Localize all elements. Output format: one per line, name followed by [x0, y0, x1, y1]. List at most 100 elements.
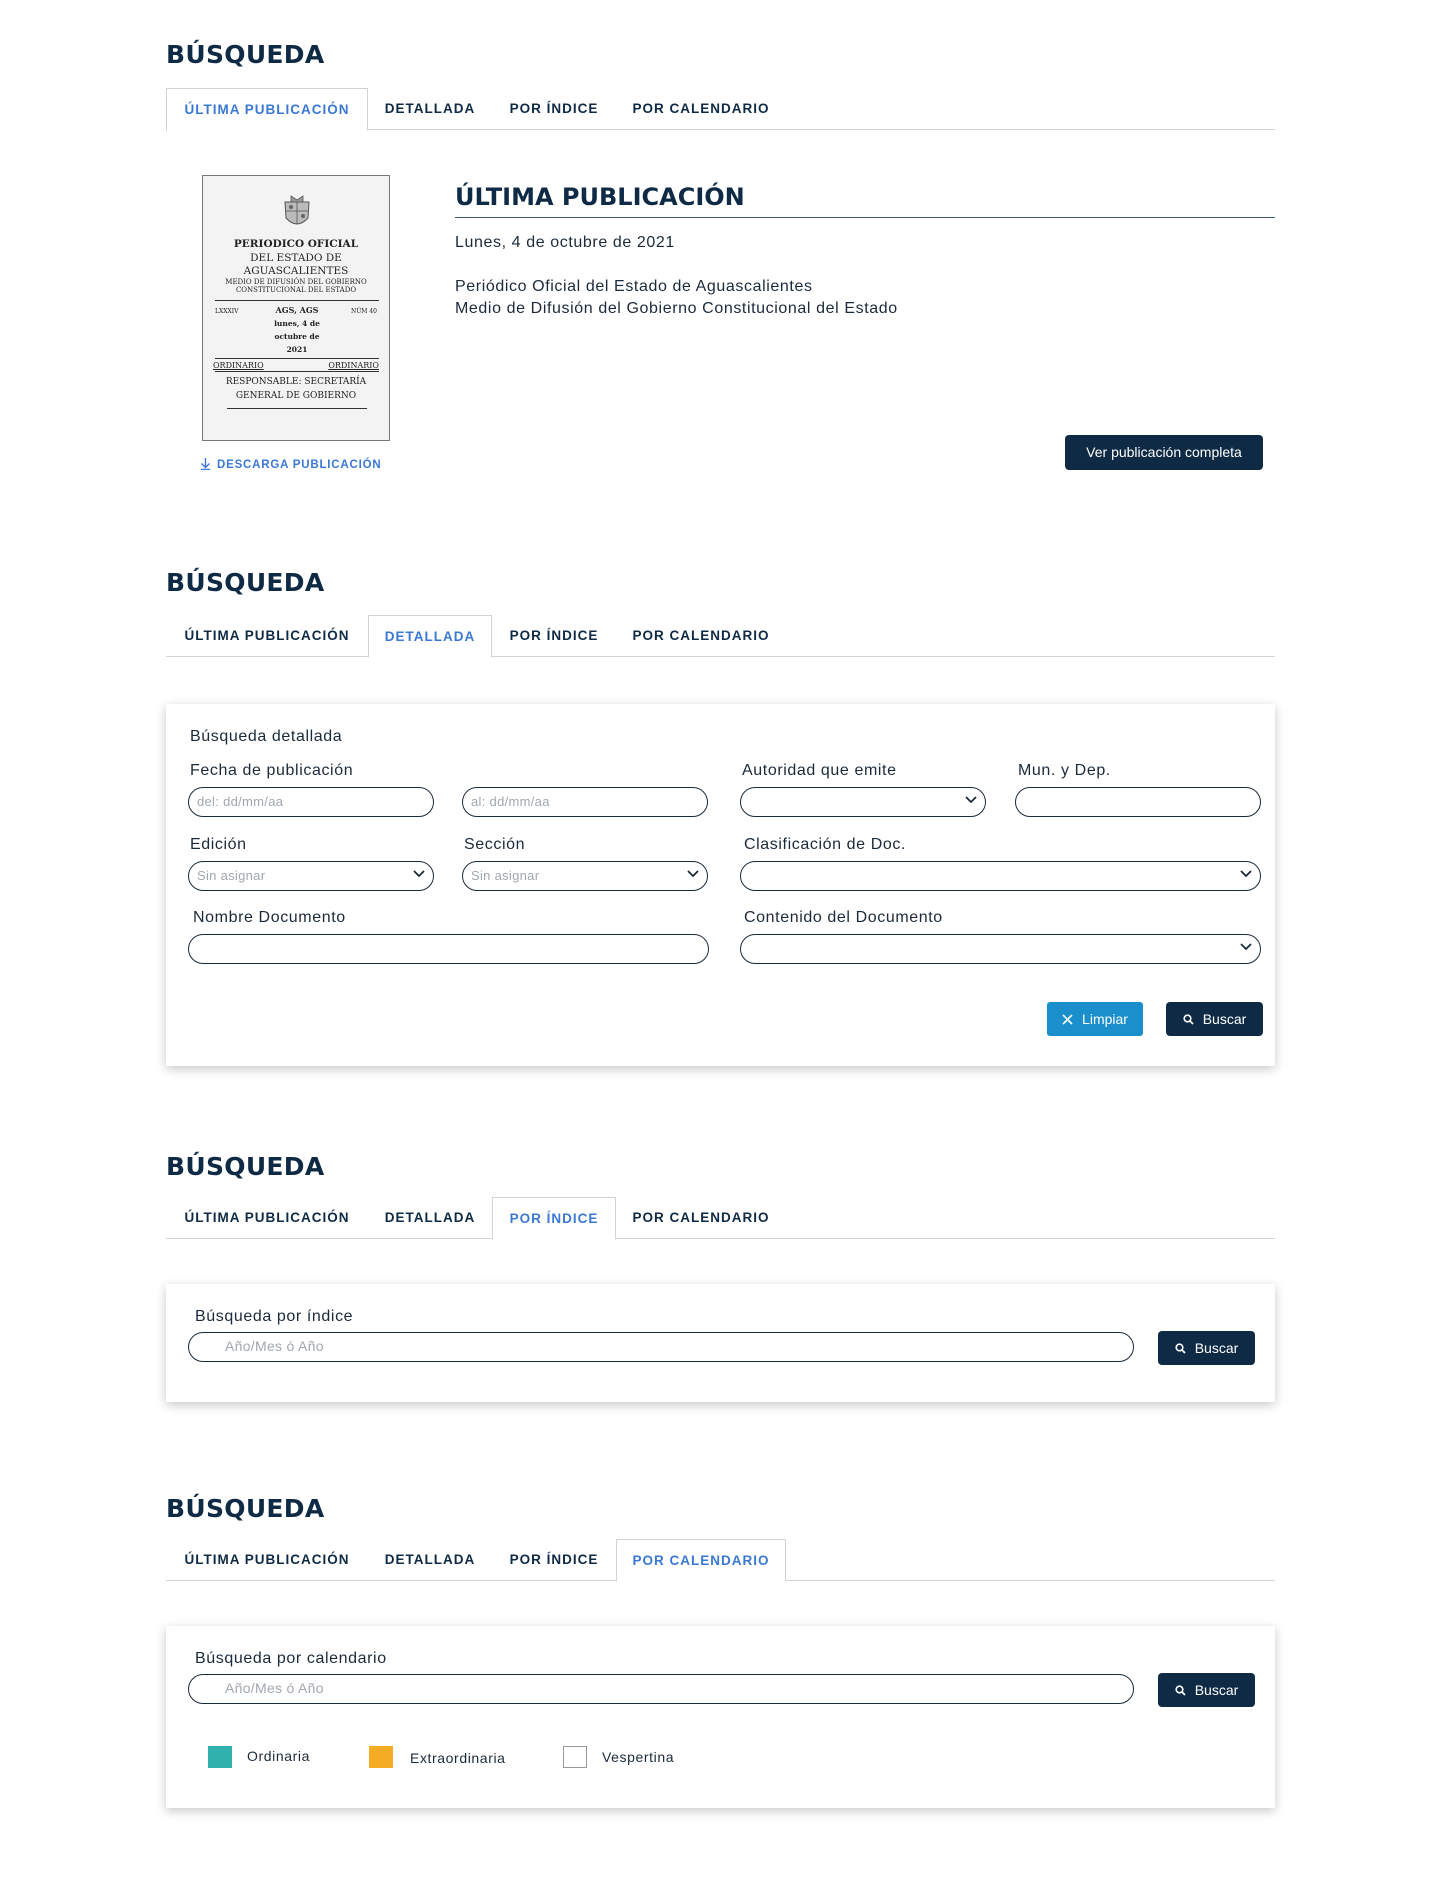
tab-detailed[interactable]: DETALLADA [368, 1197, 492, 1239]
calendar-search-card: Búsqueda por calendario Año/Mes ó Año Bu… [166, 1626, 1275, 1808]
issuing-authority-select[interactable] [740, 787, 986, 817]
section-select[interactable]: Sin asignar [462, 861, 708, 891]
cover-line2: DEL ESTADO DE [250, 252, 342, 264]
chevron-down-icon [687, 870, 699, 878]
tab-index[interactable]: POR ÍNDICE [492, 88, 616, 130]
publication-title: ÚLTIMA PUBLICACIÓN [455, 183, 1275, 218]
legend-swatch-ordinaria [208, 1746, 232, 1768]
chevron-down-icon [965, 796, 977, 804]
cover-responsible: RESPONSABLE: SECRETARÍA GENERAL DE GOBIE… [225, 377, 367, 401]
classification-select[interactable] [740, 861, 1261, 891]
calendar-search-title: Búsqueda por calendario [195, 1650, 387, 1667]
tab-calendar[interactable]: POR CALENDARIO [616, 88, 786, 130]
search-icon [1175, 1343, 1186, 1354]
classification-label: Clasificación de Doc. [744, 836, 906, 853]
cover-line3: AGUASCALIENTES [243, 265, 349, 277]
date-from-input[interactable]: del: dd/mm/aa [188, 787, 434, 817]
tab-bar: ÚLTIMA PUBLICACIÓN DETALLADA POR ÍNDICE … [166, 1539, 1275, 1582]
tab-detailed[interactable]: DETALLADA [368, 1539, 492, 1581]
search-section-latest: BÚSQUEDA ÚLTIMA PUBLICACIÓN DETALLADA PO… [166, 40, 1275, 480]
coat-of-arms-icon [284, 195, 310, 225]
legend-swatch-extraordinaria [369, 1746, 393, 1768]
tab-calendar[interactable]: POR CALENDARIO [616, 615, 786, 657]
index-search-button[interactable]: Buscar [1158, 1331, 1255, 1365]
document-name-input[interactable] [188, 934, 709, 964]
document-content-label: Contenido del Documento [744, 909, 943, 926]
publication-cover[interactable]: PERIODICO OFICIAL DEL ESTADO DE AGUASCAL… [202, 175, 390, 441]
municipality-input[interactable] [1015, 787, 1261, 817]
edition-select[interactable]: Sin asignar [188, 861, 434, 891]
tab-index[interactable]: POR ÍNDICE [492, 615, 616, 657]
clear-button-label: Limpiar [1082, 1011, 1128, 1027]
calendar-search-button-label: Buscar [1194, 1682, 1239, 1698]
tab-index[interactable]: POR ÍNDICE [492, 1197, 616, 1240]
section-heading: BÚSQUEDA [166, 1152, 325, 1181]
tab-latest[interactable]: ÚLTIMA PUBLICACIÓN [166, 88, 368, 131]
cover-type-right: ORDINARIO [328, 361, 379, 370]
view-full-publication-button[interactable]: Ver publicación completa [1065, 435, 1263, 470]
publication-description-2: Medio de Difusión del Gobierno Constituc… [455, 300, 898, 317]
edition-label: Edición [190, 836, 247, 853]
calendar-search-button[interactable]: Buscar [1158, 1673, 1255, 1707]
search-section-index: BÚSQUEDA ÚLTIMA PUBLICACIÓN DETALLADA PO… [166, 1152, 1275, 1412]
cover-rule [215, 371, 379, 372]
tab-bar: ÚLTIMA PUBLICACIÓN DETALLADA POR ÍNDICE … [166, 88, 1275, 131]
cover-tomo: LXXXIV [215, 308, 239, 315]
legend-label-extraordinaria: Extraordinaria [410, 1750, 506, 1766]
legend-label-vespertina: Vespertina [602, 1749, 675, 1765]
chevron-down-icon [413, 870, 425, 878]
calendar-search-input[interactable]: Año/Mes ó Año [188, 1674, 1134, 1704]
cover-type-left: ORDINARIO [213, 361, 264, 370]
edition-value: Sin asignar [197, 868, 266, 883]
tab-detailed[interactable]: DETALLADA [368, 88, 492, 130]
close-icon [1062, 1014, 1073, 1025]
tab-latest[interactable]: ÚLTIMA PUBLICACIÓN [166, 1197, 368, 1239]
tab-detailed[interactable]: DETALLADA [368, 615, 492, 658]
search-button[interactable]: Buscar [1166, 1002, 1263, 1036]
document-content-select[interactable] [740, 934, 1261, 964]
issuing-authority-label: Autoridad que emite [742, 762, 897, 779]
cover-title: PERIODICO OFICIAL [233, 238, 359, 250]
publication-date-label: Fecha de publicación [190, 762, 354, 779]
cover-rule [227, 408, 367, 409]
section-label: Sección [464, 836, 526, 853]
cover-rule [215, 358, 379, 359]
index-search-card: Búsqueda por índice Año/Mes ó Año Buscar [166, 1284, 1275, 1402]
download-label: DESCARGA PUBLICACIÓN [217, 459, 382, 471]
cover-place: AGS, AGS [275, 305, 319, 315]
download-publication-link[interactable]: DESCARGA PUBLICACIÓN [200, 457, 381, 471]
detailed-search-card: Búsqueda detallada Fecha de publicación … [166, 704, 1275, 1066]
section-heading: BÚSQUEDA [166, 40, 325, 69]
search-icon [1183, 1014, 1194, 1025]
tab-latest[interactable]: ÚLTIMA PUBLICACIÓN [166, 1539, 368, 1581]
index-search-button-label: Buscar [1194, 1340, 1239, 1356]
publication-date: Lunes, 4 de octubre de 2021 [455, 234, 675, 251]
municipality-label: Mun. y Dep. [1018, 762, 1111, 779]
clear-button[interactable]: Limpiar [1047, 1002, 1143, 1036]
tab-calendar[interactable]: POR CALENDARIO [616, 1539, 786, 1582]
tab-bar: ÚLTIMA PUBLICACIÓN DETALLADA POR ÍNDICE … [166, 615, 1275, 658]
index-search-input[interactable]: Año/Mes ó Año [188, 1332, 1134, 1362]
legend-swatch-vespertina [563, 1746, 587, 1768]
search-section-detailed: BÚSQUEDA ÚLTIMA PUBLICACIÓN DETALLADA PO… [166, 568, 1275, 1068]
download-icon [201, 458, 210, 471]
search-button-label: Buscar [1202, 1011, 1247, 1027]
section-heading: BÚSQUEDA [166, 568, 325, 597]
search-section-calendar: BÚSQUEDA ÚLTIMA PUBLICACIÓN DETALLADA PO… [166, 1494, 1275, 1824]
cover-line4: MEDIO DE DIFUSIÓN DEL GOBIERNO CONSTITUC… [225, 278, 367, 294]
index-search-title: Búsqueda por índice [195, 1308, 354, 1325]
date-to-input[interactable]: al: dd/mm/aa [462, 787, 708, 817]
legend-label-ordinaria: Ordinaria [247, 1748, 310, 1764]
tab-bar: ÚLTIMA PUBLICACIÓN DETALLADA POR ÍNDICE … [166, 1197, 1275, 1240]
chevron-down-icon [1240, 943, 1252, 951]
document-name-label: Nombre Documento [193, 909, 346, 926]
search-icon [1175, 1685, 1186, 1696]
cover-num: NÚM 40 [351, 308, 377, 315]
tab-latest[interactable]: ÚLTIMA PUBLICACIÓN [166, 615, 368, 657]
detailed-search-title: Búsqueda detallada [190, 728, 343, 745]
cover-rule [215, 300, 379, 301]
cover-date: lunes, 4 de octubre de 2021 [274, 319, 320, 354]
tab-calendar[interactable]: POR CALENDARIO [616, 1197, 786, 1239]
tab-index[interactable]: POR ÍNDICE [492, 1539, 616, 1581]
publication-description-1: Periódico Oficial del Estado de Aguascal… [455, 278, 813, 295]
